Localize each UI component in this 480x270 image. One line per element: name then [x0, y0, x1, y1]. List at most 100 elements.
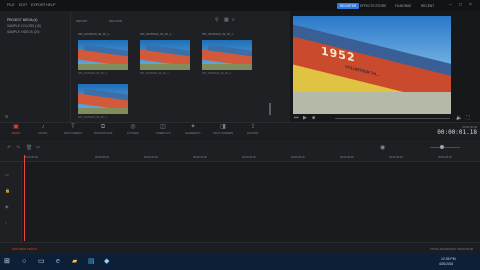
ruler-tick: 00:00:05:00: [95, 156, 109, 159]
split-screen-icon: ◨: [220, 124, 226, 130]
ruler-tick: 00:00:40:00: [438, 156, 452, 159]
maximize-icon[interactable]: □: [459, 2, 462, 8]
clock-time: 12:35 PM: [441, 257, 456, 261]
ruler-tick: 00:00:10:00: [144, 156, 158, 159]
media-icon: ▣: [13, 124, 19, 130]
menu-edit[interactable]: EDIT: [19, 3, 27, 7]
clip-thumbnail-4[interactable]: [78, 84, 128, 114]
playhead[interactable]: [24, 155, 25, 241]
effects-store-button[interactable]: EFFECTS STORE: [357, 3, 389, 9]
overlays-icon: ◫: [160, 124, 166, 130]
recent-button[interactable]: RECENT: [418, 3, 437, 9]
audio-track-icon[interactable]: ♪: [5, 220, 7, 225]
ruler-tick: 00:00:30:00: [340, 156, 354, 159]
tool-split-screen[interactable]: ◨ SPLIT SCREEN: [208, 124, 238, 135]
tool-row: ▣ MEDIA ♪ MUSIC T TEXT/CREDIT ⧉ TRANSITIONS …: [0, 122, 480, 138]
media-scrollbar[interactable]: [269, 103, 271, 115]
menu-export[interactable]: EXPORT: [31, 3, 46, 7]
record-button[interactable]: RECORD: [109, 19, 122, 23]
clip-1-subtitle: WP_20150420_09_06_1...: [78, 72, 109, 75]
skip-back-icon[interactable]: ⏮: [294, 115, 299, 121]
timecode-value: 00:00:01.18: [437, 129, 477, 136]
clip-2-subtitle: WP_20150420_09_06_1...: [140, 72, 171, 75]
edge-icon[interactable]: e: [56, 258, 60, 266]
redo-icon[interactable]: ↷: [16, 145, 20, 151]
ruler-tick: 00:00:15:00: [193, 156, 207, 159]
tool-elements[interactable]: ✦ ELEMENTS: [178, 124, 208, 135]
windows-start-icon[interactable]: ⊞: [4, 258, 10, 266]
folder-sample-colors[interactable]: SAMPLE COLORS (15): [7, 24, 41, 28]
tool-filters[interactable]: ◎ FILTERS: [118, 124, 148, 135]
store-icon[interactable]: ▤: [88, 258, 95, 266]
preview-progress-track[interactable]: [335, 118, 450, 119]
search-icon[interactable]: ○: [22, 258, 26, 266]
clip-thumbnail-2[interactable]: [140, 40, 190, 70]
preview-video[interactable]: 1952 VOLUNTEER TH...: [293, 16, 451, 114]
minimize-icon[interactable]: –: [449, 2, 452, 8]
cut-icon[interactable]: ✂: [36, 145, 40, 151]
music-icon: ♪: [41, 124, 45, 130]
timecode-area: 00:00:00:00 00:00:01.18: [417, 123, 477, 139]
filter-icon[interactable]: ⚲: [215, 17, 219, 23]
clip-1-title: WP_20150420_09_06_1...: [78, 32, 112, 36]
folder-sample-videos[interactable]: SAMPLE VIDEOS (20): [7, 30, 39, 34]
lock-icon[interactable]: 🔒: [5, 188, 10, 193]
filmora-button[interactable]: FILMORA9: [392, 3, 414, 9]
menu-help[interactable]: HELP: [46, 3, 55, 7]
folder-project-media[interactable]: PROJECT MEDIA (4): [7, 18, 37, 22]
tool-media[interactable]: ▣ MEDIA: [1, 124, 31, 135]
total-duration: TOTAL DURATION: 00:00:00:00: [430, 247, 474, 251]
clip-4-subtitle: WP_20150420_09_06_1...: [78, 116, 109, 119]
grid-view-icon[interactable]: ▦: [224, 17, 229, 23]
filmora-taskbar-icon[interactable]: ◆: [104, 258, 109, 266]
register-button[interactable]: REGISTER: [337, 3, 360, 9]
folder-icon[interactable]: ▰: [72, 258, 77, 266]
undo-icon[interactable]: ↶: [7, 145, 11, 151]
track-headers: ▭ 🔒 ◉ ♪: [0, 162, 22, 242]
menu-file[interactable]: FILE: [7, 3, 15, 7]
ruler-tick: 00:00:00:00: [24, 156, 38, 159]
search-icon[interactable]: ⌕: [232, 17, 235, 23]
elements-icon: ✦: [190, 124, 196, 130]
task-view-icon[interactable]: ▭: [38, 258, 45, 266]
timeline-bottom-bar: ADD NEW TRACK TOTAL DURATION: 00:00:00:0…: [0, 242, 480, 254]
tool-export[interactable]: ⇪ EXPORT: [238, 124, 268, 135]
add-folder-icon[interactable]: ⊞: [5, 114, 8, 119]
render-icon[interactable]: ◉: [380, 144, 385, 151]
ruler-tick: 00:00:25:00: [291, 156, 305, 159]
ruler-tick: 00:00:35:00: [389, 156, 403, 159]
menu-bar: FILE EDIT EXPORT HELP REGISTER EFFECTS S…: [0, 0, 480, 11]
media-panel: IMPORT RECORD ⚲ ▦ ⌕ WP_20150420_09_06_1.…: [70, 11, 290, 122]
tool-transitions[interactable]: ⧉ TRANSITIONS: [88, 124, 118, 135]
clip-3-title: WP_20150420_09_06_1...: [202, 32, 236, 36]
delete-icon[interactable]: 🗑: [26, 145, 32, 151]
close-icon[interactable]: ×: [469, 2, 472, 8]
add-track-button[interactable]: ADD NEW TRACK: [12, 247, 37, 251]
volume-icon[interactable]: 🔈: [456, 115, 462, 121]
library-panel: PROJECT MEDIA (4) SAMPLE COLORS (15) SAM…: [0, 11, 70, 122]
import-button[interactable]: IMPORT: [76, 19, 88, 23]
timeline-tracks[interactable]: ▭ 🔒 ◉ ♪: [0, 162, 480, 242]
clip-2-title: WP_20150420_09_06_1...: [140, 32, 174, 36]
play-icon[interactable]: ▶: [303, 115, 307, 121]
clip-thumbnail-3[interactable]: [202, 40, 252, 70]
tool-music[interactable]: ♪ MUSIC: [28, 124, 58, 135]
tool-text[interactable]: T TEXT/CREDIT: [58, 124, 88, 135]
transitions-icon: ⧉: [100, 124, 106, 130]
clip-thumbnail-1[interactable]: [78, 40, 128, 70]
clip-3-subtitle: WP_20150420_09_06_1...: [202, 72, 233, 75]
timeline-ruler[interactable]: 00:00:00:00 00:00:05:00 00:00:10:00 00:0…: [0, 155, 480, 162]
zoom-slider[interactable]: [430, 147, 460, 148]
eye-icon[interactable]: ◉: [5, 204, 9, 209]
video-track-icon[interactable]: ▭: [5, 172, 9, 177]
stop-icon[interactable]: ■: [312, 115, 315, 121]
timeline-toolbar: ↶ ↷ 🗑 ✂ ◉: [0, 140, 480, 156]
ruler-tick: 00:00:20:00: [242, 156, 256, 159]
text-icon: T: [71, 124, 75, 130]
zoom-slider-handle[interactable]: [440, 145, 444, 149]
tool-overlays[interactable]: ◫ OVERLAYS: [148, 124, 178, 135]
preview-panel: 1952 VOLUNTEER TH... ⏮ ▶ ■ 🔈 ⛶: [290, 11, 480, 122]
export-icon: ⇪: [250, 124, 256, 130]
filters-icon: ◎: [130, 124, 136, 130]
fullscreen-icon[interactable]: ⛶: [466, 115, 470, 121]
